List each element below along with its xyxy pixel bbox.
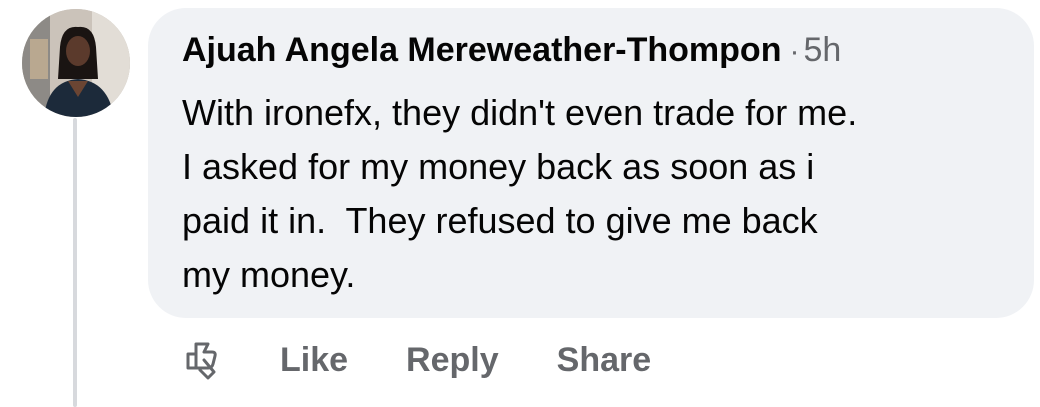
avatar-photo <box>22 9 130 117</box>
author-name[interactable]: Ajuah Angela Mereweather-Thompon <box>182 31 781 69</box>
react-icon[interactable] <box>180 338 224 382</box>
reply-button[interactable]: Reply <box>406 341 499 380</box>
separator-dot: · <box>789 35 800 68</box>
comment-actions: Like Reply Share <box>180 332 709 388</box>
thread-line <box>73 118 77 407</box>
comment-bubble: Ajuah Angela Mereweather-Thompon · 5h With… <box>148 8 1034 318</box>
like-button[interactable]: Like <box>280 341 348 380</box>
timestamp[interactable]: 5h <box>803 31 841 69</box>
comment-text: With ironefx, they didn't even trade for… <box>182 92 858 295</box>
share-button[interactable]: Share <box>557 341 652 380</box>
comment-header: Ajuah Angela Mereweather-Thompon · 5h <box>182 30 841 72</box>
avatar[interactable] <box>22 9 130 117</box>
